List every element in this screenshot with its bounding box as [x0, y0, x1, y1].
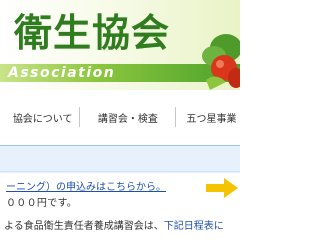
- nav-item-about-label: 協会について: [12, 113, 73, 125]
- arrow-right-icon: [206, 178, 238, 198]
- course-paragraph-lead: よる食品衛生責任者養成講習会は、: [4, 221, 164, 232]
- nav-item-about[interactable]: 協会について: [0, 98, 79, 136]
- main-nav: 協会について 講習会・検査 五つ星事業: [0, 98, 240, 136]
- site-subtitle-en: Association: [8, 65, 116, 81]
- fee-text: ０００円です。: [6, 198, 78, 209]
- course-paragraph: よる食品衛生責任者養成講習会は、下記日程表に: [4, 217, 224, 232]
- band-divider: [0, 171, 240, 172]
- site-header: 衛生協会 Association: [0, 0, 240, 90]
- nav-item-five-star[interactable]: 五つ星事業: [176, 98, 240, 136]
- site-title[interactable]: 衛生協会: [14, 2, 170, 57]
- schedule-link[interactable]: 下記日程表に: [164, 221, 224, 232]
- vegetable-illustration-icon: [202, 34, 240, 90]
- nav-item-courses[interactable]: 講習会・検査: [80, 98, 175, 136]
- nav-item-courses-label: 講習会・検査: [97, 113, 158, 125]
- nav-item-five-star-label: 五つ星事業: [186, 113, 237, 125]
- application-link[interactable]: ーニング）の申込みはこちらから。: [6, 178, 166, 193]
- info-band: [0, 145, 240, 173]
